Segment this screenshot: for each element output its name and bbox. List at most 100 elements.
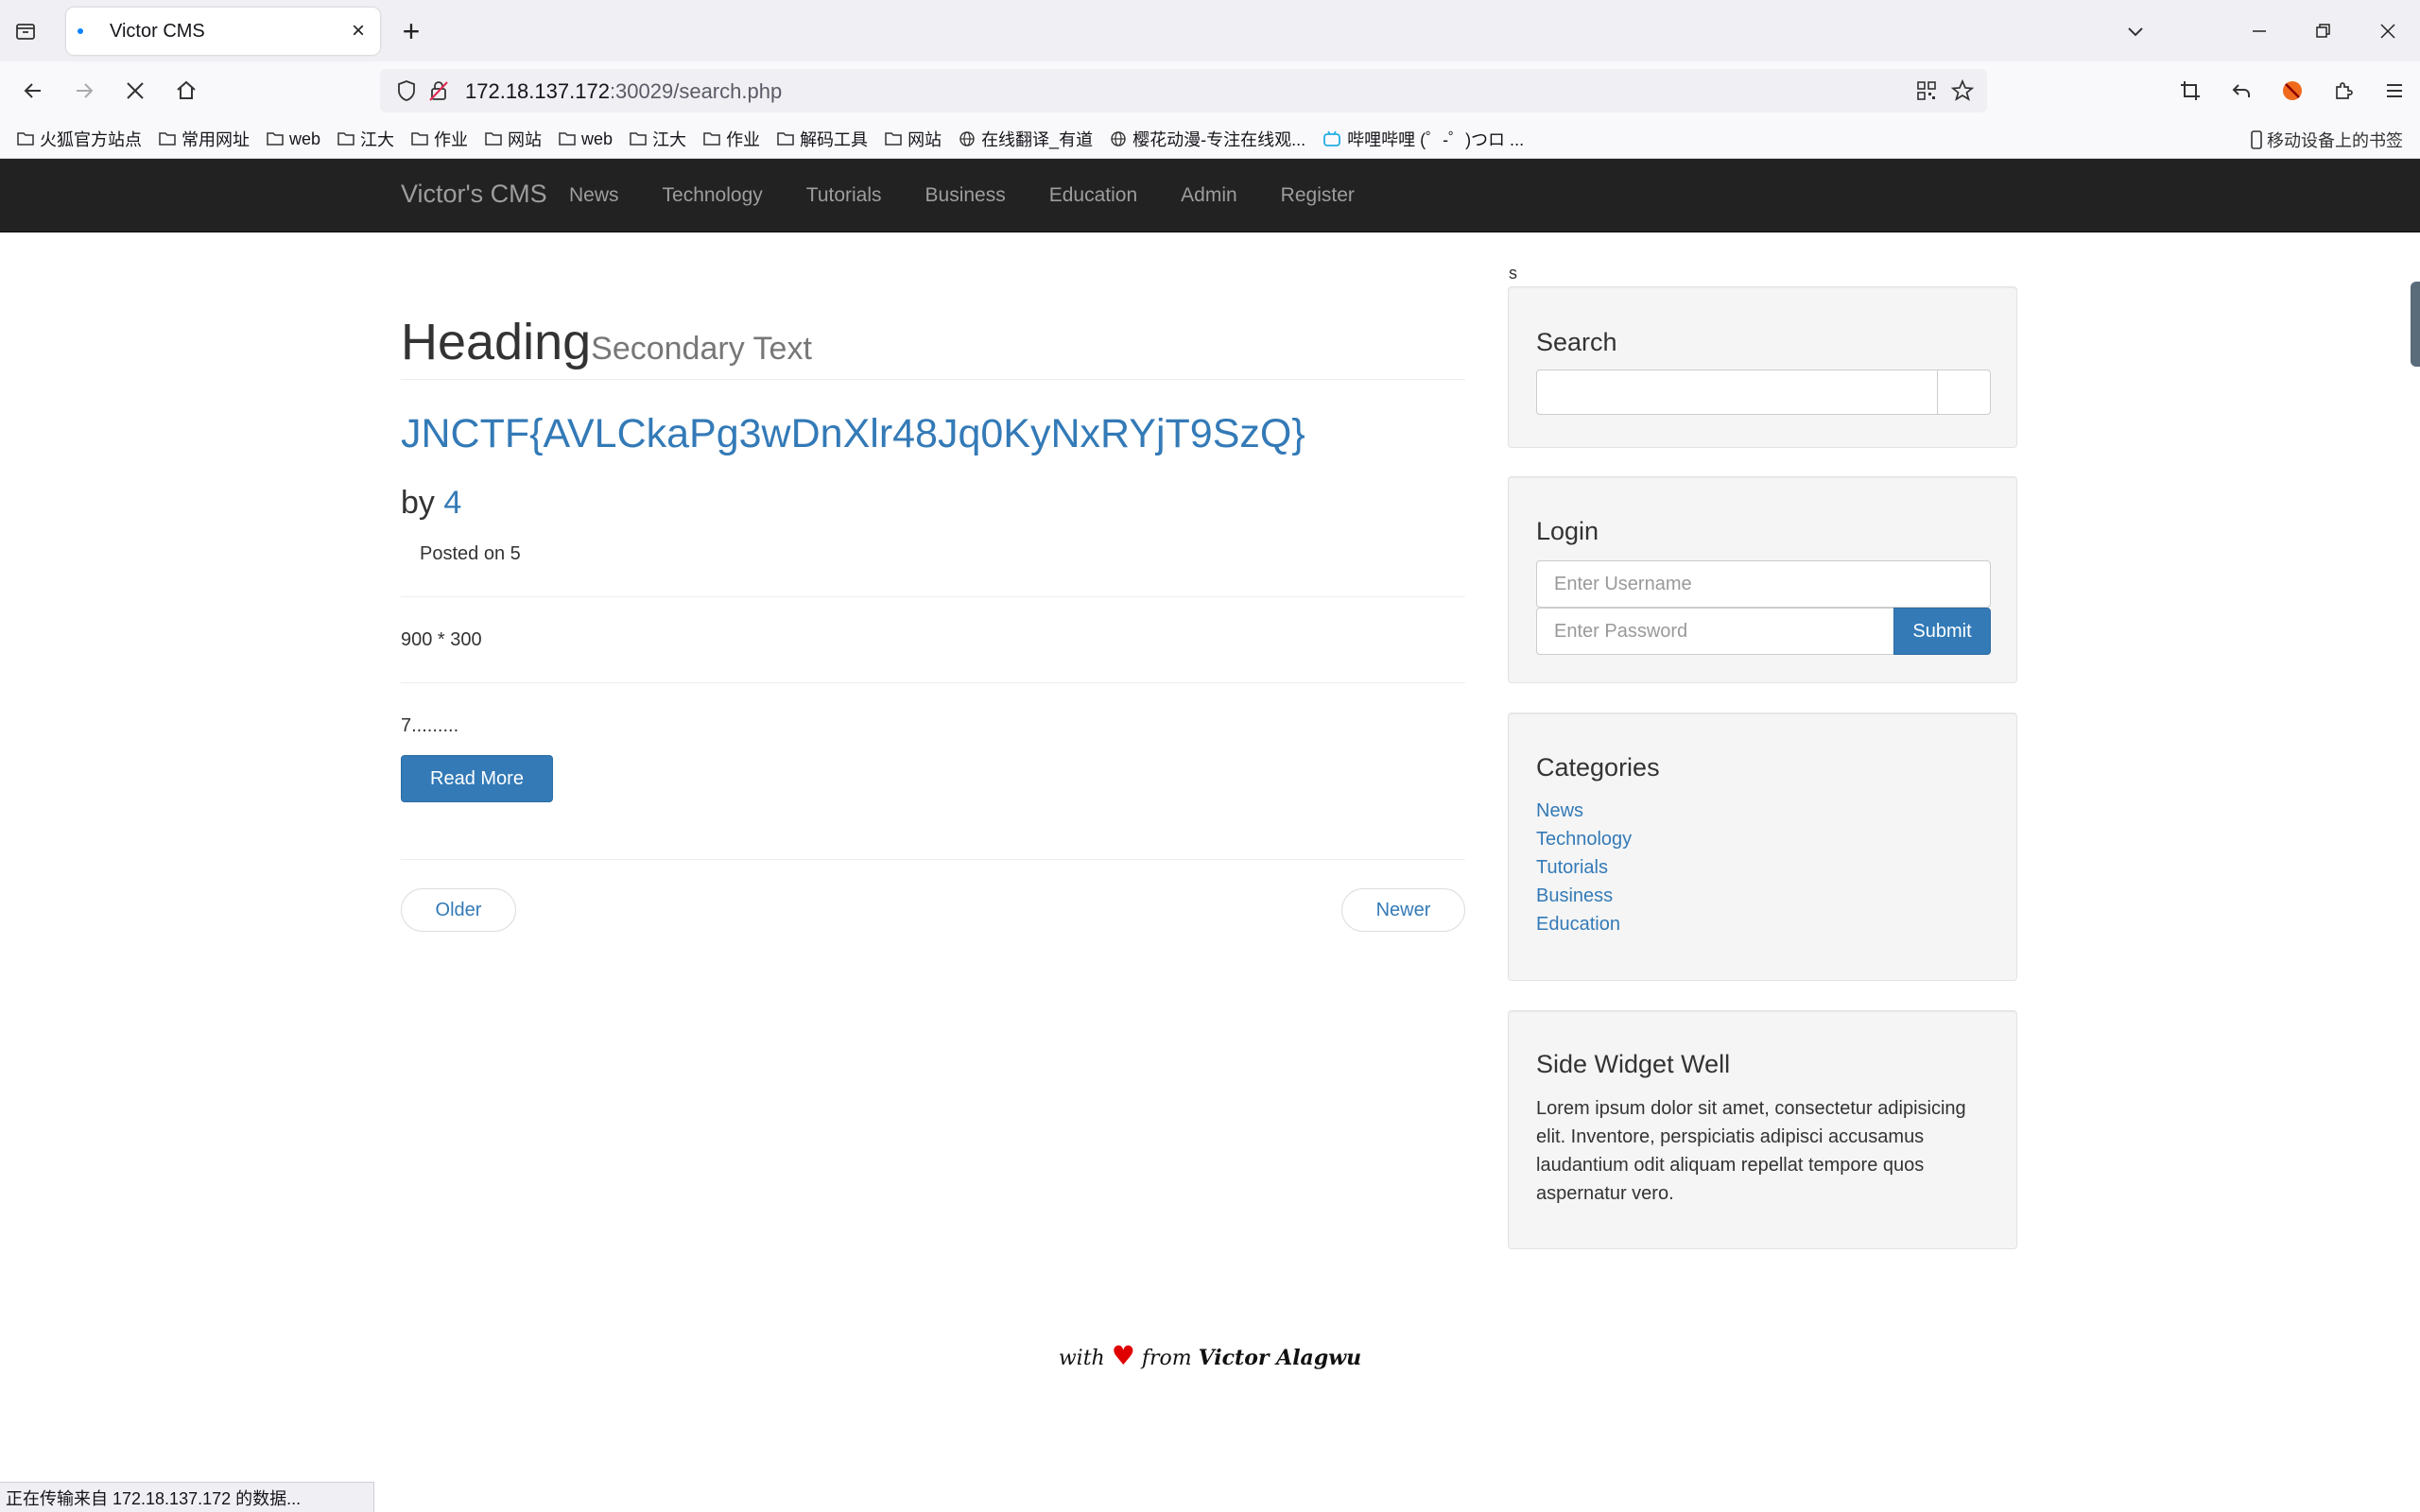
nav-link-education[interactable]: Education — [1049, 184, 1137, 207]
categories-well: Categories News Technology Tutorials Busine… — [1508, 713, 2017, 981]
tab-list-icon[interactable] — [11, 17, 40, 45]
password-input[interactable]: Enter Password — [1536, 608, 1894, 655]
bookmark-item[interactable]: 常用网址 — [159, 127, 250, 151]
bookmark-label: 江大 — [360, 130, 395, 149]
search-input[interactable] — [1536, 369, 1938, 415]
back-arrow-icon[interactable] — [15, 73, 51, 109]
undo-icon[interactable] — [2216, 73, 2267, 109]
side-widget-title: Side Widget Well — [1536, 1050, 1731, 1078]
sidebar-handle[interactable] — [2411, 282, 2420, 367]
side-widget-well: Side Widget Well Lorem ipsum dolor sit a… — [1508, 1010, 2017, 1249]
bookmark-item[interactable]: 在线翻译_有道 — [959, 127, 1093, 151]
forward-arrow-icon[interactable] — [66, 73, 102, 109]
mobile-bookmarks-label: 移动设备上的书签 — [2267, 131, 2403, 150]
nav-link-tutorials[interactable]: Tutorials — [806, 184, 882, 207]
bookmark-star-icon[interactable] — [1949, 77, 1976, 104]
site-brand[interactable]: Victor's CMS — [401, 180, 547, 209]
mobile-bookmarks[interactable]: 移动设备上的书签 — [2250, 128, 2403, 152]
bookmarks-toolbar: 火狐官方站点 常用网址 web 江大 作业 网站 web 江大 作业 解码工具 网站 在线翻译_有道 樱… — [0, 120, 2420, 159]
search-title: Search — [1536, 328, 1617, 356]
new-tab-button[interactable]: + — [395, 14, 427, 48]
insecure-lock-icon[interactable] — [425, 77, 452, 104]
category-link-news[interactable]: News — [1536, 797, 1632, 825]
folder-icon — [777, 131, 794, 146]
status-bar: 正在传输来自 172.18.137.172 的数据... — [0, 1482, 374, 1512]
folder-icon — [159, 131, 176, 146]
bookmark-label: web — [581, 129, 614, 148]
bookmark-label: web — [289, 129, 321, 148]
category-link-education[interactable]: Education — [1536, 910, 1632, 938]
bookmark-item[interactable]: 火狐官方站点 — [17, 127, 142, 151]
folder-icon — [703, 131, 720, 146]
username-input[interactable]: Enter Username — [1536, 560, 1991, 608]
folder-icon — [630, 131, 647, 146]
footer-with: with — [1058, 1347, 1105, 1370]
folder-icon — [337, 131, 354, 146]
nav-link-technology[interactable]: Technology — [663, 184, 763, 207]
bookmark-item[interactable]: 网站 — [885, 127, 942, 151]
bookmark-item[interactable]: 解码工具 — [777, 127, 868, 151]
bookmark-item[interactable]: 江大 — [630, 127, 686, 151]
stop-loading-icon[interactable] — [117, 73, 153, 109]
bookmark-item[interactable]: 江大 — [337, 127, 394, 151]
submit-button[interactable]: Submit — [1893, 608, 1991, 655]
page-title: HeadingSecondary Text — [401, 314, 812, 370]
url-text[interactable]: 172.18.137.172:30029/search.php — [465, 79, 782, 104]
url-bar[interactable]: 172.18.137.172:30029/search.php — [380, 69, 1987, 112]
bookmark-label: 作业 — [434, 130, 469, 149]
divider — [401, 682, 1465, 683]
older-posts-button[interactable]: Older — [401, 888, 516, 932]
extension-blocked-icon[interactable] — [2267, 73, 2318, 109]
post-author-link[interactable]: 4 — [443, 485, 461, 521]
nav-link-register[interactable]: Register — [1281, 184, 1355, 207]
bookmark-item[interactable]: 樱花动漫-专注在线观... — [1110, 127, 1305, 151]
globe-icon — [959, 130, 976, 147]
folder-icon — [267, 131, 284, 146]
globe-icon — [1110, 130, 1127, 147]
close-window-icon[interactable] — [2356, 0, 2420, 61]
bookmark-label: 网站 — [508, 130, 543, 149]
crop-screenshot-icon[interactable] — [2165, 73, 2216, 109]
category-link-business[interactable]: Business — [1536, 882, 1632, 910]
bookmark-item[interactable]: 作业 — [411, 127, 468, 151]
bookmark-label: 樱花动漫-专注在线观... — [1132, 130, 1306, 149]
category-link-technology[interactable]: Technology — [1536, 825, 1632, 853]
nav-link-admin[interactable]: Admin — [1181, 184, 1237, 207]
newer-posts-button[interactable]: Newer — [1341, 888, 1465, 932]
folder-icon — [411, 131, 428, 146]
folder-icon — [885, 131, 902, 146]
nav-link-news[interactable]: News — [569, 184, 619, 207]
home-icon[interactable] — [168, 73, 204, 109]
post-author-line: by 4 — [401, 485, 462, 521]
category-link-tutorials[interactable]: Tutorials — [1536, 853, 1632, 882]
nav-link-business[interactable]: Business — [925, 184, 1006, 207]
browser-tab-active[interactable]: Victor CMS × — [66, 8, 380, 55]
site-nav-links: News Technology Tutorials Business Education… — [569, 159, 1398, 232]
qr-code-icon[interactable] — [1913, 77, 1940, 104]
restore-window-icon[interactable] — [2291, 0, 2356, 61]
post-title-link[interactable]: JNCTF{AVLCkaPg3wDnXlr48Jq0KyNxRYjT9SzQ} — [401, 411, 1305, 457]
search-button[interactable] — [1937, 369, 1991, 415]
bookmark-item[interactable]: web — [267, 129, 320, 149]
bookmark-item[interactable]: 网站 — [485, 127, 542, 151]
shield-icon[interactable] — [393, 77, 420, 104]
read-more-button[interactable]: Read More — [401, 755, 553, 802]
bookmark-label: 常用网址 — [182, 130, 250, 149]
page-subtitle: Secondary Text — [591, 331, 812, 367]
minimize-window-icon[interactable] — [2227, 0, 2291, 61]
menu-hamburger-icon[interactable] — [2369, 73, 2420, 109]
folder-icon — [559, 131, 576, 146]
categories-list: News Technology Tutorials Business Education — [1536, 797, 1632, 938]
extensions-puzzle-icon[interactable] — [2318, 73, 2369, 109]
list-all-tabs-icon[interactable] — [2109, 12, 2161, 50]
footer-author: Victor Alagwu — [1198, 1346, 1362, 1370]
bookmark-item[interactable]: 哔哩哔哩 (゜-゜)つロ ... — [1322, 127, 1524, 151]
heart-icon: ♥ — [1111, 1340, 1135, 1371]
folder-icon — [485, 131, 502, 146]
bookmark-item[interactable]: web — [559, 129, 613, 149]
post-date: Posted on 5 — [420, 543, 521, 564]
bookmark-item[interactable]: 作业 — [703, 127, 760, 151]
bookmark-label: 网站 — [908, 130, 942, 149]
mobile-device-icon — [2250, 130, 2263, 149]
close-tab-icon[interactable]: × — [344, 17, 372, 45]
